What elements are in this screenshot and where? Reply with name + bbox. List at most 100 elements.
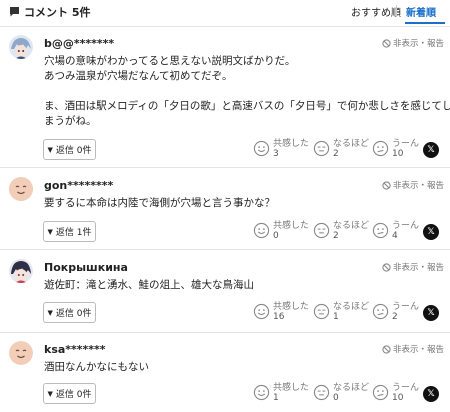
- chevron-down-icon: ▼: [47, 227, 53, 236]
- reply-count-label: 返信 0件: [55, 390, 92, 400]
- empathy-icon: [253, 222, 270, 239]
- reply-count-label: 返信 1件: [55, 228, 92, 238]
- comment-item: Покрышкина 非表示・報告 遊佐町：滝と湧水、鮭の俎上、雄大な鳥海山 ▼…: [0, 250, 450, 332]
- x-logo-icon: 𝕏: [427, 227, 435, 237]
- empathy-label: 共感した: [273, 139, 310, 149]
- hmm-icon: [372, 140, 389, 157]
- hmm-icon: [372, 222, 389, 239]
- prohibited-icon: [382, 344, 391, 354]
- x-share-button[interactable]: 𝕏: [423, 142, 439, 158]
- comment-username[interactable]: b@@*******: [44, 37, 114, 50]
- hmm-icon: [372, 303, 389, 320]
- hmm-count: 10: [392, 149, 404, 159]
- hide-report-link[interactable]: 非表示・報告: [382, 343, 444, 355]
- insight-button[interactable]: なるほど 2: [313, 221, 369, 241]
- insight-count: 2: [333, 231, 339, 241]
- empathy-button[interactable]: 共感した 16: [253, 302, 309, 322]
- default-face-avatar[interactable]: [9, 341, 33, 365]
- sort-divider: [396, 5, 397, 17]
- hmm-label: うーん: [392, 383, 420, 393]
- hmm-count: 2: [392, 312, 398, 322]
- hide-report-label: 非表示・報告: [393, 39, 445, 49]
- insight-icon: [313, 303, 330, 320]
- empathy-count: 3: [273, 149, 279, 159]
- hmm-button[interactable]: うーん 2: [372, 302, 419, 322]
- comment-line: 穴場の意味がわかってると思えない説明文ばかりだ。: [44, 55, 296, 67]
- x-logo-icon: 𝕏: [427, 389, 435, 399]
- comment-username[interactable]: ksa*******: [44, 343, 106, 356]
- hide-report-link[interactable]: 非表示・報告: [382, 37, 444, 49]
- hmm-count: 4: [392, 231, 398, 241]
- comment-icon: [10, 7, 19, 17]
- insight-button[interactable]: なるほど 2: [313, 139, 369, 159]
- empathy-label: 共感した: [273, 221, 310, 231]
- empathy-icon: [253, 384, 270, 401]
- hide-report-label: 非表示・報告: [393, 345, 445, 355]
- comment-body: 遊佐町：滝と湧水、鮭の俎上、雄大な鳥海山: [44, 278, 439, 293]
- anime-character-avatar[interactable]: [9, 259, 33, 283]
- insight-label: なるほど: [333, 383, 370, 393]
- reply-count-label: 返信 0件: [55, 309, 92, 319]
- x-logo-icon: 𝕏: [427, 308, 435, 318]
- comment-line: 酒田なんかなにもない: [44, 361, 149, 373]
- empathy-count: 16: [273, 312, 285, 322]
- hmm-button[interactable]: うーん 10: [372, 383, 419, 403]
- empathy-button[interactable]: 共感した 1: [253, 383, 309, 403]
- prohibited-icon: [382, 262, 391, 272]
- insight-button[interactable]: なるほど 1: [313, 302, 369, 322]
- reply-toggle-button[interactable]: ▼ 返信 0件: [43, 139, 96, 160]
- comment-body: 要するに本命は内陸で海側が穴場と言う事かな？: [44, 196, 439, 211]
- hide-report-label: 非表示・報告: [393, 181, 445, 191]
- comment-username[interactable]: Покрышкина: [44, 261, 128, 274]
- comments-header: コメント 5件 おすすめ順 新着順: [0, 0, 450, 26]
- x-share-button[interactable]: 𝕏: [423, 305, 439, 321]
- default-face-avatar[interactable]: [9, 177, 33, 201]
- reply-toggle-button[interactable]: ▼ 返信 0件: [43, 383, 96, 404]
- empathy-label: 共感した: [273, 302, 310, 312]
- reply-count-label: 返信 0件: [55, 146, 92, 156]
- comment-item: b@@******* 非表示・報告 穴場の意味がわかってると思えない説明文ばかり…: [0, 27, 450, 167]
- insight-count: 1: [333, 312, 339, 322]
- empathy-button[interactable]: 共感した 3: [253, 139, 309, 159]
- empathy-count: 1: [273, 393, 279, 403]
- hmm-button[interactable]: うーん 4: [372, 221, 419, 241]
- insight-icon: [313, 140, 330, 157]
- hmm-count: 10: [392, 393, 404, 403]
- chevron-down-icon: ▼: [47, 145, 53, 154]
- sort-newest-tab[interactable]: 新着順: [406, 4, 436, 19]
- insight-icon: [313, 222, 330, 239]
- empathy-button[interactable]: 共感した 0: [253, 221, 309, 241]
- insight-label: なるほど: [333, 302, 370, 312]
- comment-line: あつみ温泉が穴場だなんて初めてだぞ。: [44, 70, 233, 82]
- insight-button[interactable]: なるほど 0: [313, 383, 369, 403]
- reply-toggle-button[interactable]: ▼ 返信 0件: [43, 302, 96, 323]
- insight-label: なるほど: [333, 221, 370, 231]
- comment-item: ksa******* 非表示・報告 酒田なんかなにもない ▼ 返信 0件 共感し…: [0, 333, 450, 412]
- hide-report-link[interactable]: 非表示・報告: [382, 261, 444, 273]
- hide-report-link[interactable]: 非表示・報告: [382, 179, 444, 191]
- hmm-button[interactable]: うーん 10: [372, 139, 419, 159]
- comment-line: [44, 84, 439, 99]
- comment-line: 要するに本命は内陸で海側が穴場と言う事かな？: [44, 197, 275, 209]
- reply-toggle-button[interactable]: ▼ 返信 1件: [43, 221, 96, 242]
- comment-line: まうがね。: [44, 115, 97, 127]
- comment-username[interactable]: gon********: [44, 179, 113, 192]
- insight-count: 0: [333, 393, 339, 403]
- comment-line: 遊佐町：滝と湧水、鮭の俎上、雄大な鳥海山: [44, 279, 254, 291]
- anime-character-avatar[interactable]: [9, 35, 33, 59]
- hmm-label: うーん: [392, 221, 420, 231]
- empathy-label: 共感した: [273, 383, 310, 393]
- insight-icon: [313, 384, 330, 401]
- chevron-down-icon: ▼: [47, 389, 53, 398]
- x-share-button[interactable]: 𝕏: [423, 386, 439, 402]
- x-share-button[interactable]: 𝕏: [423, 224, 439, 240]
- sort-recommended-tab[interactable]: おすすめ順: [351, 4, 401, 19]
- insight-count: 2: [333, 149, 339, 159]
- hmm-icon: [372, 384, 389, 401]
- prohibited-icon: [382, 180, 391, 190]
- prohibited-icon: [382, 38, 391, 48]
- chevron-down-icon: ▼: [47, 308, 53, 317]
- comment-body: 酒田なんかなにもない: [44, 360, 439, 375]
- hmm-label: うーん: [392, 139, 420, 149]
- hmm-label: うーん: [392, 302, 420, 312]
